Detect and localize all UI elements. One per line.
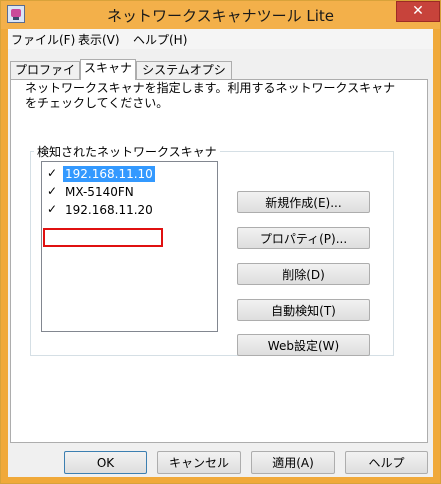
auto-detect-button[interactable]: 自動検知(T) bbox=[237, 299, 370, 321]
cancel-button[interactable]: キャンセル bbox=[157, 451, 241, 474]
client-area: ファイル(F) 表示(V) ヘルプ(H) プロファイル スキャナ システムオプシ… bbox=[8, 29, 433, 477]
checkbox-checked-icon[interactable]: ✓ bbox=[46, 167, 58, 179]
app-window: ネットワークスキャナツール Lite ✕ ファイル(F) 表示(V) ヘルプ(H… bbox=[0, 0, 441, 484]
menu-bar: ファイル(F) 表示(V) ヘルプ(H) bbox=[8, 29, 433, 49]
tab-profile[interactable]: プロファイル bbox=[10, 61, 80, 93]
properties-button[interactable]: プロパティ(P)... bbox=[237, 227, 370, 249]
checkbox-checked-icon[interactable]: ✓ bbox=[46, 203, 58, 215]
help-button[interactable]: ヘルプ bbox=[345, 451, 428, 474]
highlight-box bbox=[43, 228, 163, 247]
close-button[interactable]: ✕ bbox=[396, 1, 440, 22]
title-bar[interactable]: ネットワークスキャナツール Lite ✕ bbox=[1, 1, 440, 29]
checkbox-checked-icon[interactable]: ✓ bbox=[46, 185, 58, 197]
menu-view[interactable]: 表示(V) bbox=[78, 31, 120, 48]
new-button[interactable]: 新規作成(E)... bbox=[237, 191, 370, 213]
tab-strip: プロファイル スキャナ システムオプション bbox=[8, 59, 433, 93]
scanner-name: 192.168.11.10 bbox=[63, 166, 155, 182]
tab-system-options[interactable]: システムオプション bbox=[136, 61, 232, 93]
ok-button[interactable]: OK bbox=[64, 451, 147, 474]
group-label: 検知されたネットワークスキャナ bbox=[34, 143, 220, 160]
scanner-name: MX-5140FN bbox=[65, 185, 134, 199]
window-title: ネットワークスキャナツール Lite bbox=[107, 7, 334, 25]
apply-button[interactable]: 適用(A) bbox=[251, 451, 335, 474]
web-settings-button[interactable]: Web設定(W) bbox=[237, 334, 370, 356]
menu-file[interactable]: ファイル(F) bbox=[11, 31, 75, 48]
scanner-name: 192.168.11.20 bbox=[65, 203, 153, 217]
menu-help[interactable]: ヘルプ(H) bbox=[133, 31, 187, 48]
close-icon: ✕ bbox=[412, 3, 424, 19]
tab-scanner[interactable]: スキャナ bbox=[80, 59, 136, 80]
panel-description: ネットワークスキャナを指定します。利用するネットワークスキャナをチェックしてくだ… bbox=[25, 81, 396, 110]
delete-button[interactable]: 削除(D) bbox=[237, 263, 370, 285]
